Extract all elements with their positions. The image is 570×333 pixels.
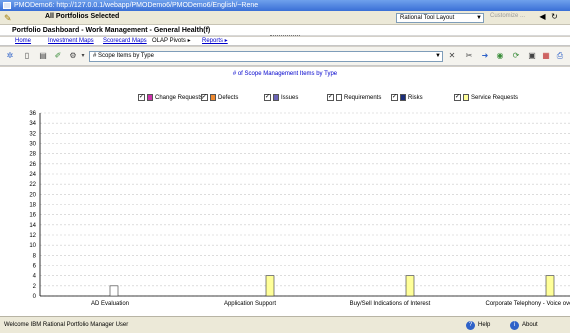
y-tick-label: 34 xyxy=(29,121,36,127)
print-icon[interactable]: ⎙ xyxy=(555,51,565,61)
save-icon[interactable]: ▣ xyxy=(527,51,537,61)
y-tick-label: 30 xyxy=(29,142,36,148)
portfolio-selection-label: All Portfolios Selected xyxy=(45,13,120,20)
welcome-message: Welcome IBM Rational Portfolio Manager U… xyxy=(4,322,129,328)
y-tick-label: 0 xyxy=(33,294,37,300)
y-tick-label: 6 xyxy=(33,264,37,270)
y-tick-label: 20 xyxy=(29,192,36,198)
bar xyxy=(265,275,275,297)
export-icon[interactable]: ▦ xyxy=(541,51,551,61)
help-icon[interactable]: ? xyxy=(466,321,475,330)
y-tick-label: 14 xyxy=(29,223,36,229)
bar-chart: 024681012141618202224262830323436AD Eval… xyxy=(29,111,570,307)
scorecard-maps-link[interactable]: Scorecard Maps xyxy=(103,37,147,46)
browser-window-icon xyxy=(3,2,11,9)
portfolio-bar: ✎ All Portfolios Selected Rational Tool … xyxy=(0,11,570,25)
view-select-value: # Scope Items by Type xyxy=(93,53,154,59)
status-bar: Welcome IBM Rational Portfolio Manager U… xyxy=(0,316,570,333)
y-tick-label: 24 xyxy=(29,172,36,178)
tools-dropdown-icon[interactable]: ▾ xyxy=(78,51,88,61)
view-select[interactable]: # Scope Items by Type ▼ xyxy=(89,51,443,62)
magic-wand-icon[interactable]: ✎ xyxy=(4,13,12,23)
edit-icon[interactable]: ✐ xyxy=(53,51,63,61)
reload-icon[interactable]: ⟳ xyxy=(511,51,521,61)
y-tick-label: 22 xyxy=(29,182,36,188)
new-document-icon[interactable]: ▯ xyxy=(22,51,32,61)
x-tick-label: AD Evaluation xyxy=(91,301,129,307)
y-tick-label: 4 xyxy=(33,274,37,280)
olap-pivots-label: OLAP Pivots xyxy=(152,38,186,44)
open-icon[interactable]: ▤ xyxy=(38,51,48,61)
y-tick-label: 32 xyxy=(29,131,36,137)
view-toolbar: ✲ ▯ ▤ ✐ ⚙ ▾ # Scope Items by Type ▼ ✕ ✂ … xyxy=(0,47,570,66)
refresh-icon[interactable]: ↻ xyxy=(550,12,559,22)
bar xyxy=(405,275,415,297)
reports-label: Reports xyxy=(202,38,224,44)
y-tick-label: 28 xyxy=(29,152,36,158)
y-tick-label: 2 xyxy=(33,284,37,290)
y-tick-label: 26 xyxy=(29,162,36,168)
settings-icon[interactable]: ✲ xyxy=(5,51,15,61)
about-link[interactable]: About xyxy=(522,317,538,333)
chart-pane: # of Scope Management Items by Type ✓ Cha… xyxy=(0,67,570,316)
y-tick-label: 36 xyxy=(29,111,36,117)
x-tick-label: Buy/Sell Indications of Interest xyxy=(350,301,431,307)
layout-select-value: Rational Tool Layout xyxy=(400,15,455,21)
cut-icon[interactable]: ✂ xyxy=(464,51,474,61)
chevron-down-icon: ▼ xyxy=(476,15,482,21)
window-title-bar: PMODemo6: http://127.0.0.1/webapp/PMODem… xyxy=(0,0,570,11)
close-view-icon[interactable]: ✕ xyxy=(447,51,457,61)
x-tick-label: Corporate Telephony - Voice over xyxy=(486,301,570,307)
chevron-down-icon: ▼ xyxy=(435,53,441,59)
home-link[interactable]: Home xyxy=(15,37,31,46)
y-tick-label: 12 xyxy=(29,233,36,239)
y-tick-label: 18 xyxy=(29,203,36,209)
olap-pivots-menu[interactable]: OLAP Pivots ▸ xyxy=(152,37,191,46)
link-bar: Home Investment Maps Scorecard Maps OLAP… xyxy=(0,37,570,46)
reports-menu[interactable]: Reports ▸ xyxy=(202,37,228,46)
bar xyxy=(545,275,555,297)
tools-icon[interactable]: ⚙ xyxy=(68,51,78,61)
help-link[interactable]: Help xyxy=(478,317,490,333)
y-tick-label: 10 xyxy=(29,243,36,249)
window-title: PMODemo6: http://127.0.0.1/webapp/PMODem… xyxy=(14,2,259,9)
y-tick-label: 16 xyxy=(29,213,36,219)
forward-icon[interactable]: ➜ xyxy=(480,51,490,61)
x-tick-label: Application Support xyxy=(224,301,276,307)
run-icon[interactable]: ◉ xyxy=(495,51,505,61)
y-tick-label: 8 xyxy=(33,253,37,259)
customize-button[interactable]: Customize ... xyxy=(490,13,525,19)
back-icon[interactable]: ◀ xyxy=(538,12,547,22)
about-icon[interactable]: i xyxy=(510,321,519,330)
bar xyxy=(109,285,119,297)
layout-select[interactable]: Rational Tool Layout ▼ xyxy=(396,13,484,23)
investment-maps-link[interactable]: Investment Maps xyxy=(48,37,94,46)
